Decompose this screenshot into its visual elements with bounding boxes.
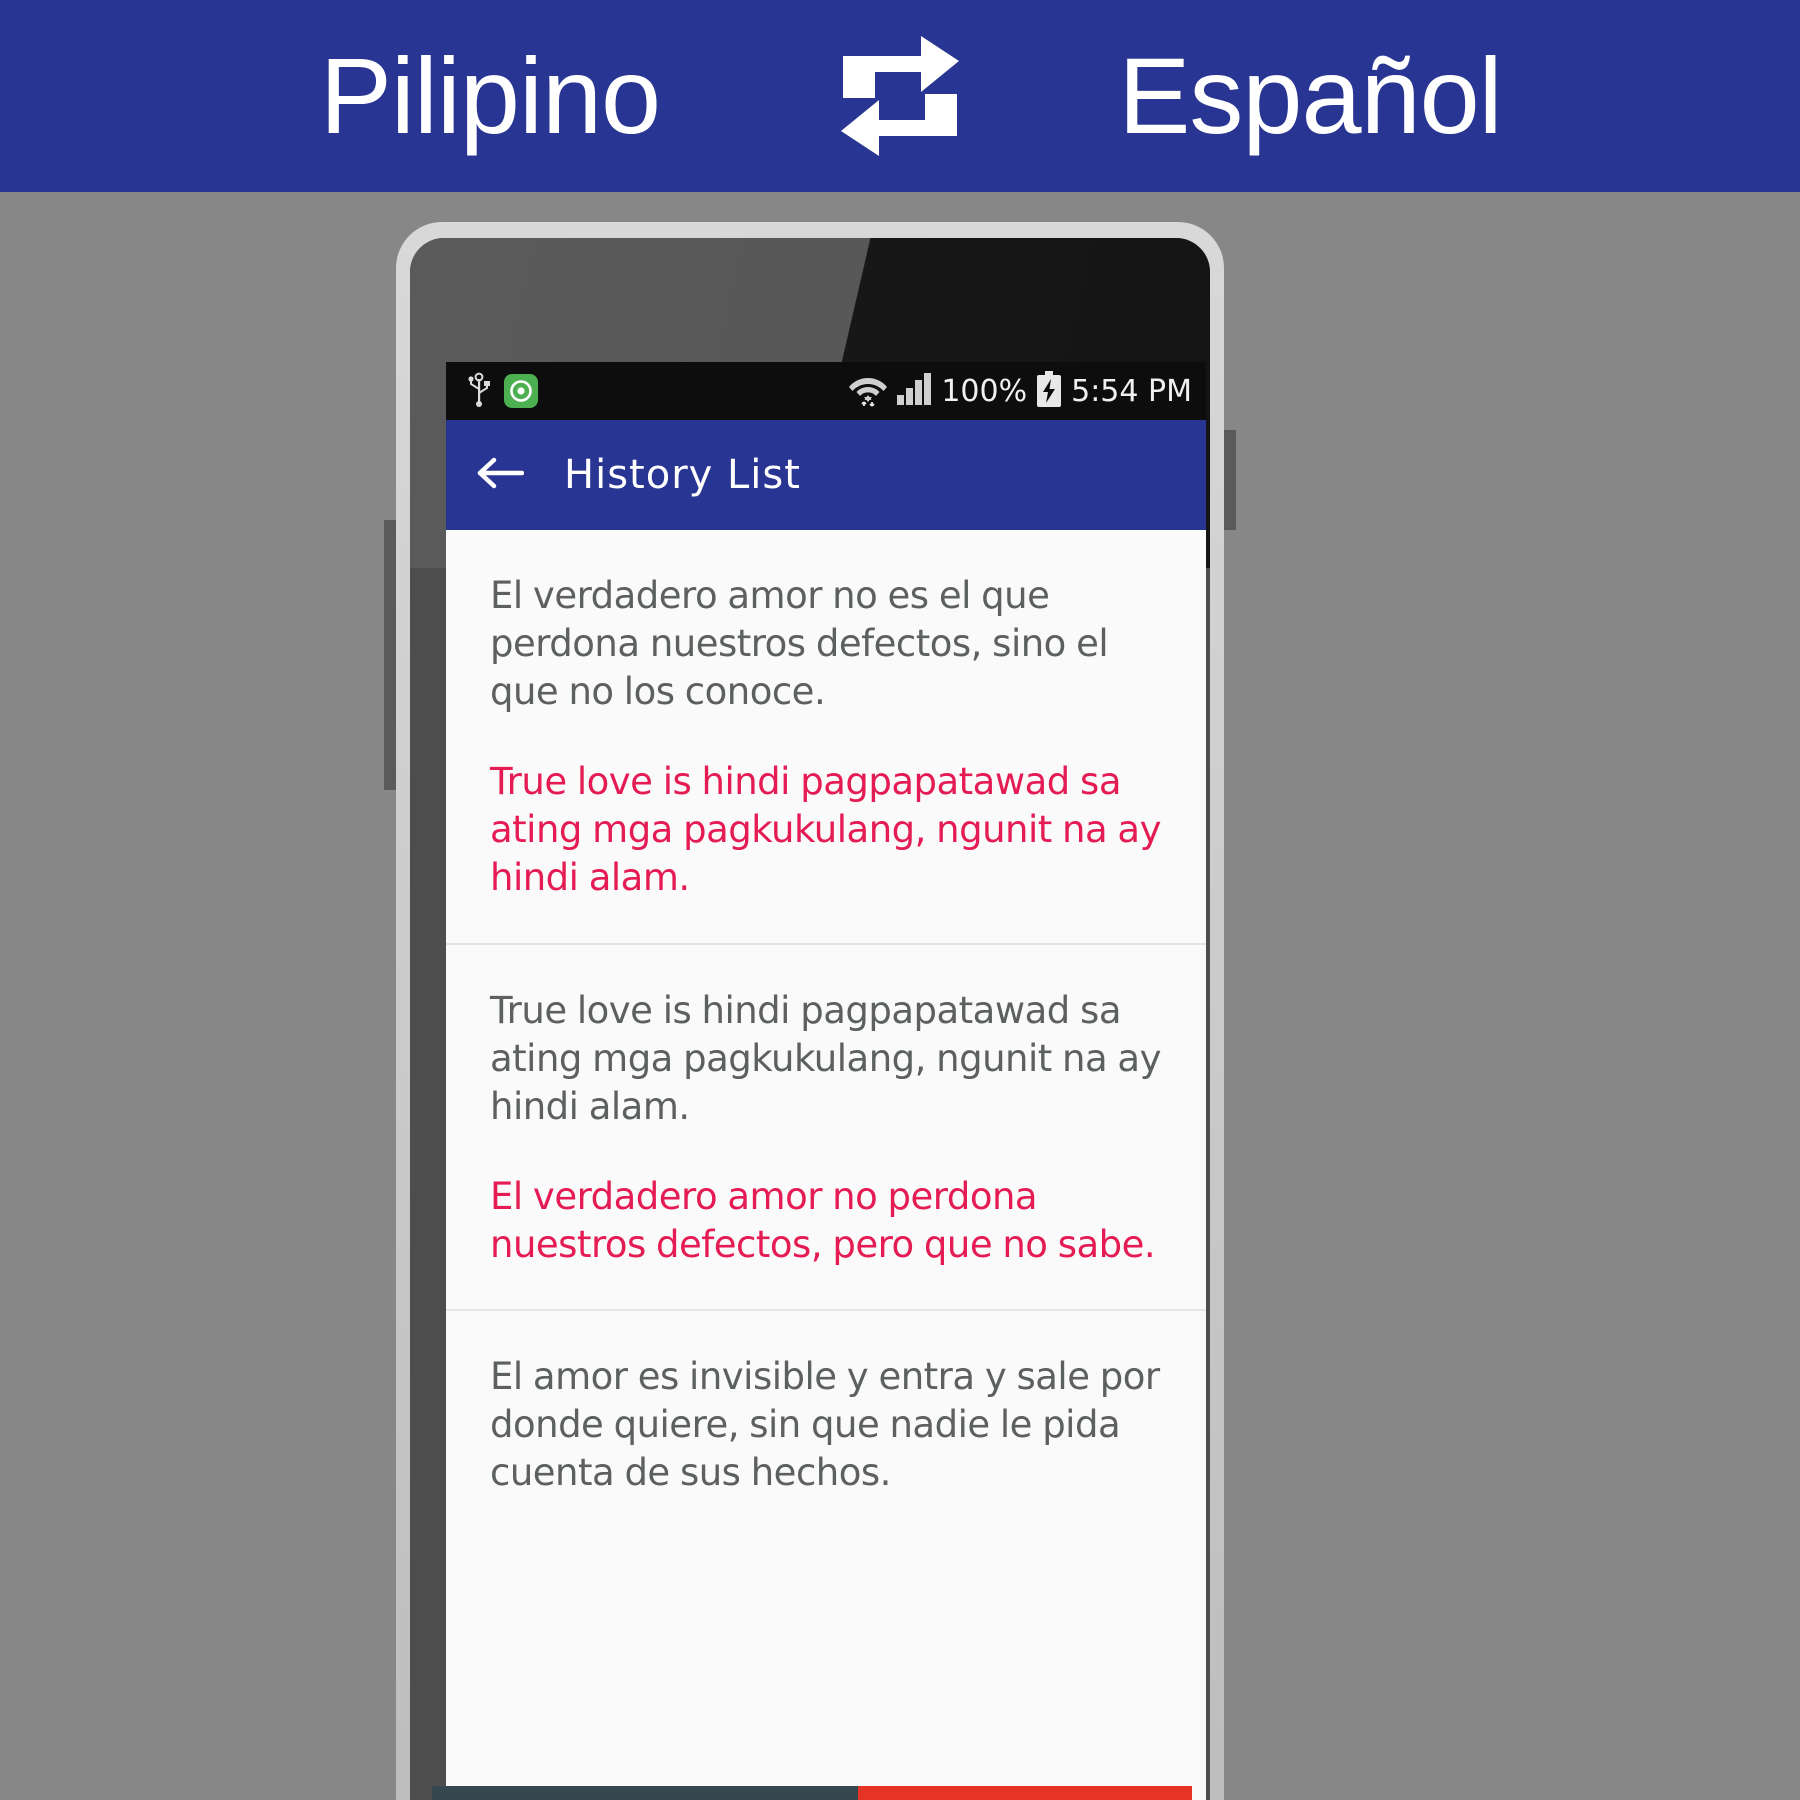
target-language-label[interactable]: Español [1000,42,1620,150]
history-list[interactable]: El verdadero amor no es el que perdona n… [446,530,1206,1538]
list-item[interactable]: El verdadero amor no es el que perdona n… [446,530,1206,945]
battery-percent-label: 100% [941,373,1028,409]
bottom-bar-left-segment [432,1786,858,1800]
list-item[interactable]: True love is hindi pagpapatawad sa ating… [446,945,1206,1312]
history-translation-text: True love is hindi pagpapatawad sa ating… [490,760,1162,900]
clock-label: 5:54 PM [1071,373,1192,409]
list-item[interactable]: El amor es invisible y entra y sale por … [446,1311,1206,1537]
history-source-text: El verdadero amor no es el que perdona n… [490,574,1109,714]
usb-icon [468,371,490,411]
screenshot-stage: Pilipino Español 100% 5:54 PM History Li… [0,0,1800,1800]
phone-screen: 100% 5:54 PM History List El verdadero a… [446,362,1206,1800]
bottom-bar-right-segment [857,1786,1192,1800]
repeat-swap-icon [835,36,965,156]
phone-bezel: 100% 5:54 PM History List El verdadero a… [410,238,1210,1800]
page-title: History List [564,452,801,498]
language-banner: Pilipino Español [0,0,1800,192]
history-translation-text: El verdadero amor no perdona nuestros de… [490,1174,1156,1266]
history-source-text: El amor es invisible y entra y sale por … [490,1355,1160,1495]
phone-mockup: 100% 5:54 PM History List El verdadero a… [396,222,1224,1800]
swap-languages-button[interactable] [800,36,1000,156]
status-bar: 100% 5:54 PM [446,362,1206,420]
wifi-icon [849,371,888,411]
battery-charging-icon [1036,371,1062,411]
app-notification-icon [504,374,538,408]
bottom-accent-bar [432,1786,1192,1800]
cellular-signal-icon [896,372,932,410]
app-bar: History List [446,420,1206,530]
history-source-text: True love is hindi pagpapatawad sa ating… [490,988,1162,1128]
back-arrow-icon[interactable] [476,453,525,497]
phone-power-button [1222,430,1236,530]
source-language-label[interactable]: Pilipino [180,42,800,150]
